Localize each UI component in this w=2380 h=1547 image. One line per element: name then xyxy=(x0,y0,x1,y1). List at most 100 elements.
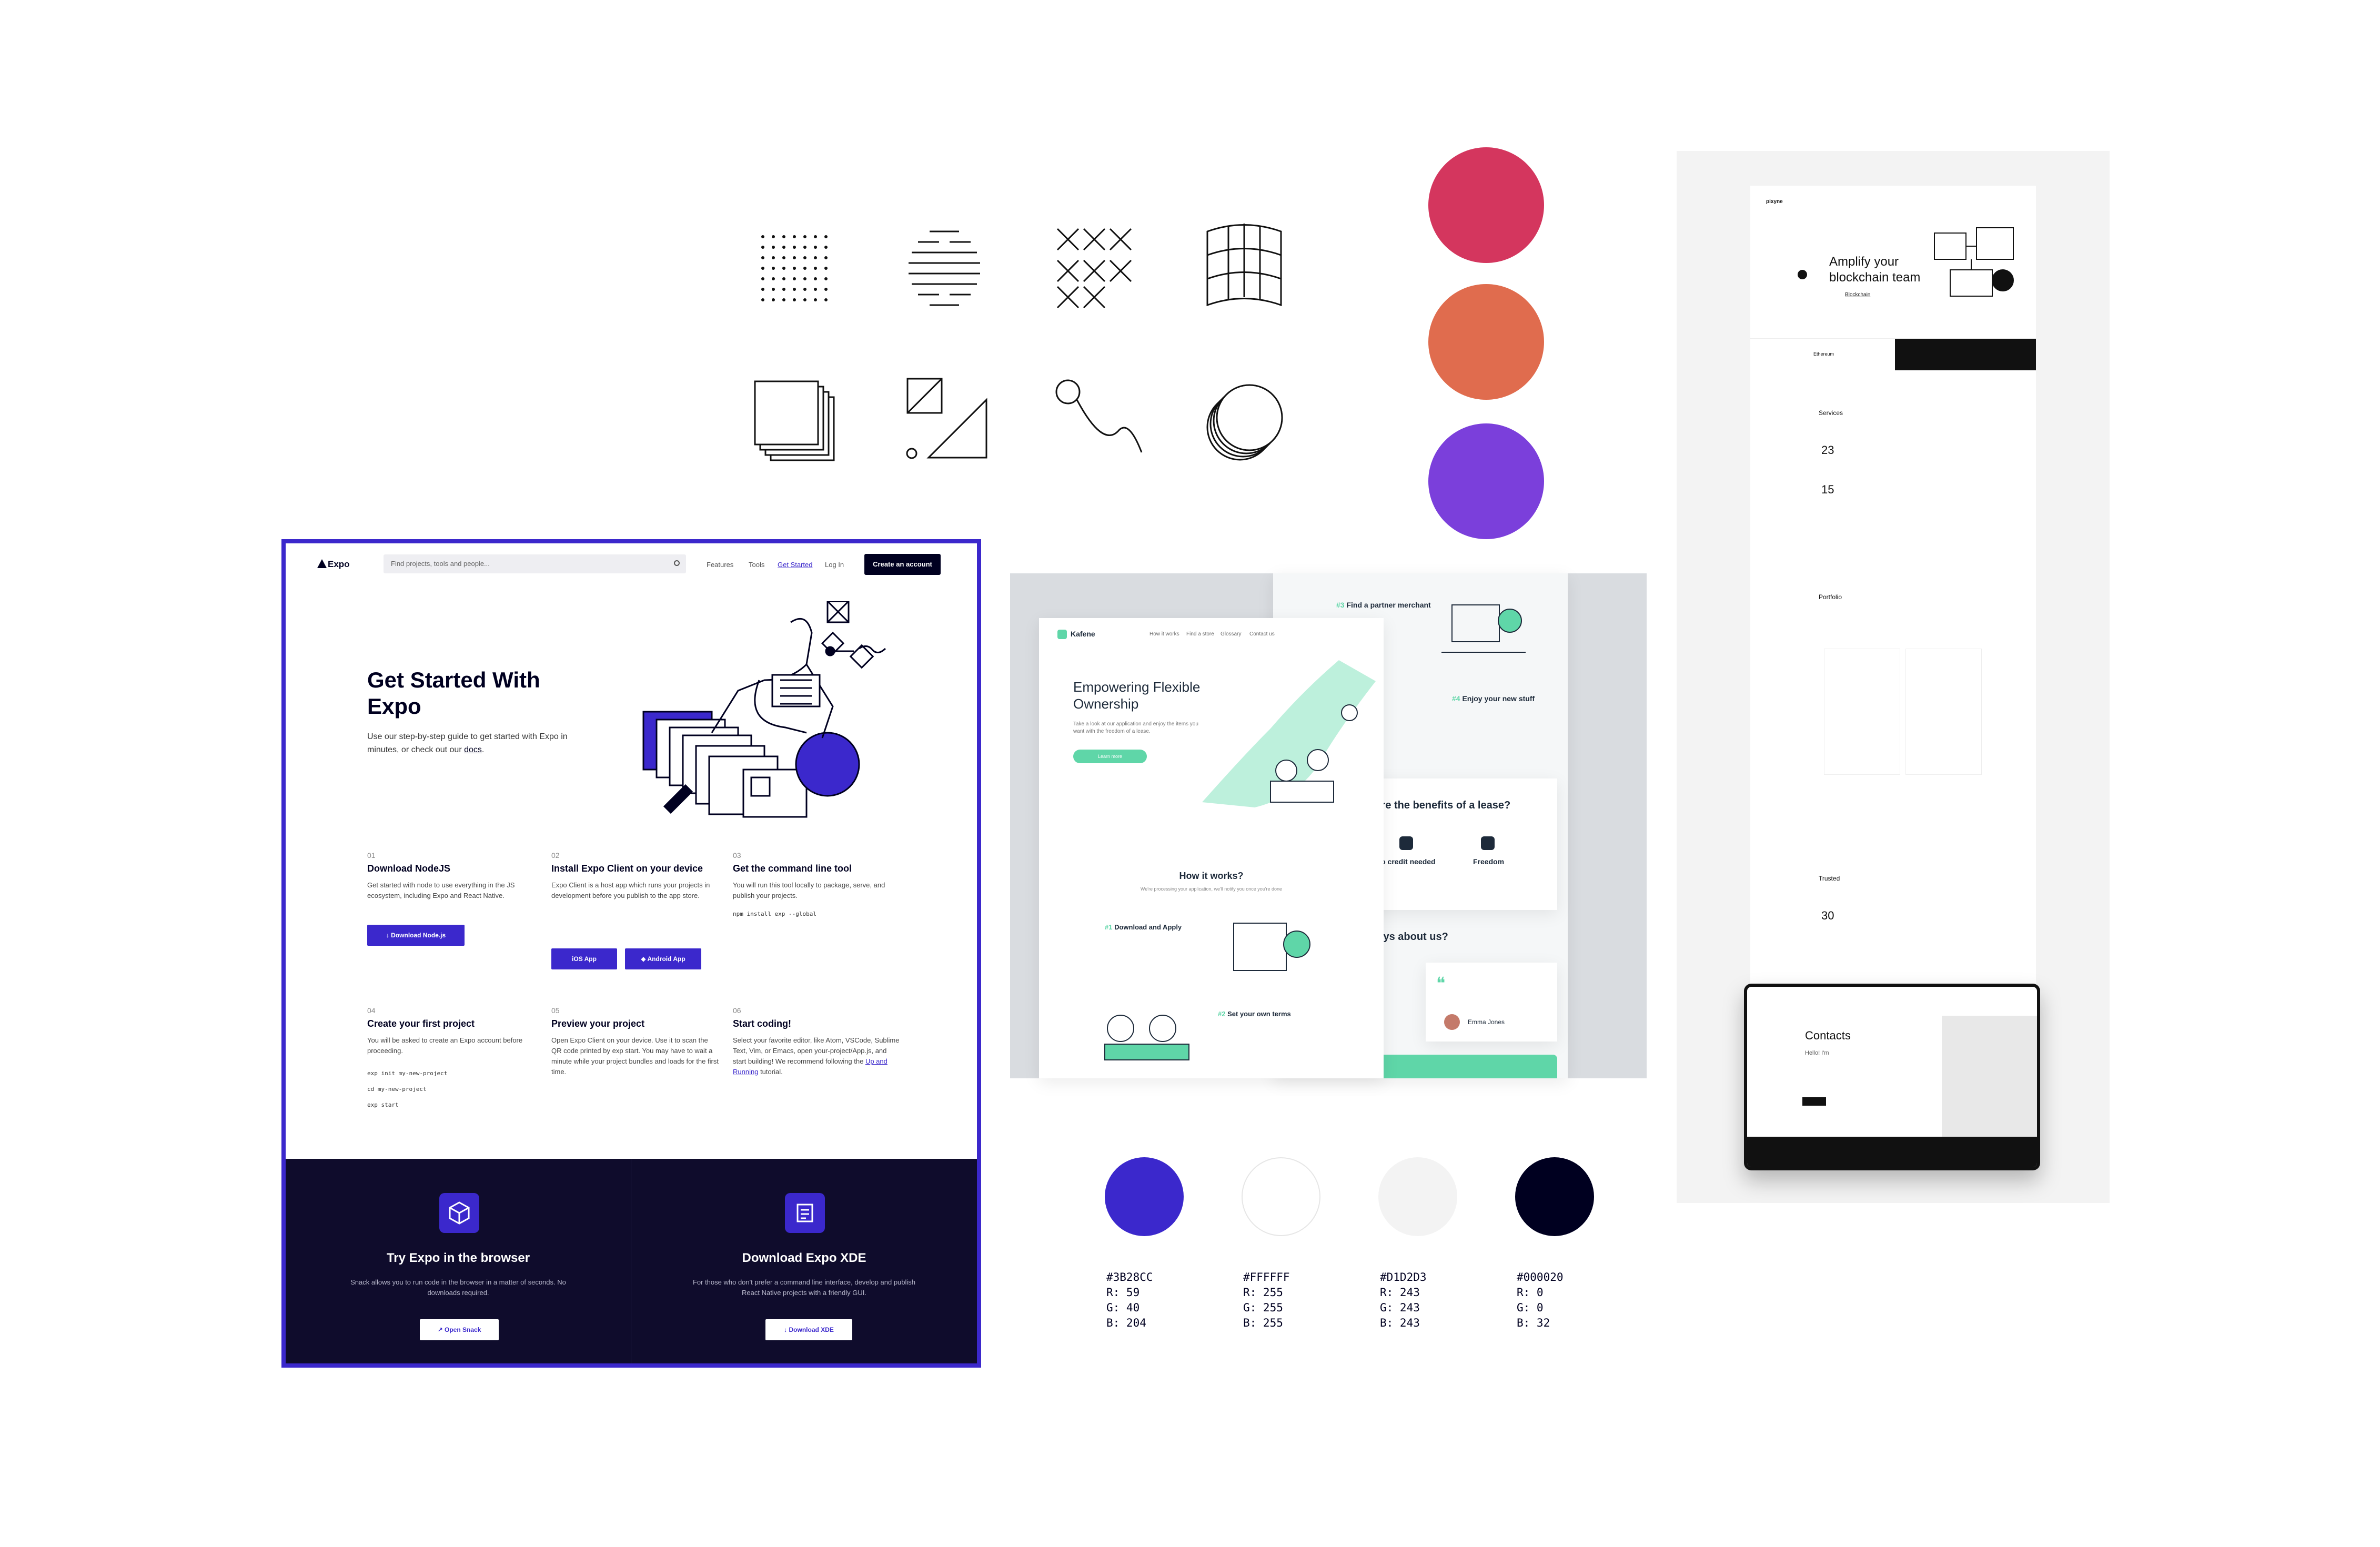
contacts-submit-button[interactable] xyxy=(1802,1097,1826,1106)
testimonial-card: ❝ Emma Jones xyxy=(1426,963,1557,1042)
nav-log-in[interactable]: Log In xyxy=(825,561,844,569)
kafene-nav-store[interactable]: Find a store xyxy=(1186,631,1214,637)
step-2-number: 02 xyxy=(551,851,560,860)
install-command: npm install exp --global xyxy=(733,911,816,917)
triangle-square-pattern-icon xyxy=(906,378,987,459)
palette-info-blue: #3B28CC R: 59 G: 40 B: 204 xyxy=(1106,1270,1153,1331)
stacked-squares-pattern-icon xyxy=(754,380,835,461)
amplify-logo[interactable]: pixyne xyxy=(1766,199,1783,205)
xde-panel: Download Expo XDE For those who don't pr… xyxy=(631,1159,977,1363)
snack-panel: Try Expo in the browser Snack allows you… xyxy=(286,1159,631,1363)
amplify-page: pixyne Amplify your blockchain team Bloc… xyxy=(1750,186,2036,985)
portfolio-card-2[interactable] xyxy=(1905,649,1982,775)
step-6-desc: Select your favorite editor, like Atom, … xyxy=(733,1035,901,1077)
terms-illustration xyxy=(1104,1015,1189,1060)
primary-color-swatch-red xyxy=(1428,147,1544,263)
amplify-hero-tag[interactable]: Blockchain xyxy=(1845,292,1870,298)
merchant-illustration xyxy=(1441,604,1526,653)
download-xde-button[interactable]: ↓ Download XDE xyxy=(765,1319,852,1340)
step-6: 06 Start coding! Select your favorite ed… xyxy=(733,1006,901,1077)
ios-app-button[interactable]: iOS App xyxy=(551,948,617,969)
amplify-stat-3: 30 xyxy=(1821,909,1834,922)
credit-icon xyxy=(1399,836,1413,850)
palette-hex: #000020 xyxy=(1517,1271,1564,1283)
expo-footer: Try Expo in the browser Snack allows you… xyxy=(286,1159,977,1363)
expo-navbar: Expo Find projects, tools and people... … xyxy=(286,543,977,581)
kafene-nav-how[interactable]: How it works xyxy=(1149,631,1179,637)
kafene-step-3-title: Find a partner merchant xyxy=(1346,601,1431,609)
step-5-number: 05 xyxy=(551,1006,560,1015)
kafene-step-2-num: #2 xyxy=(1218,1010,1226,1018)
expo-logo[interactable]: Expo xyxy=(328,559,350,570)
contacts-map[interactable] xyxy=(1942,1016,2037,1137)
palette-info-grey: #D1D2D3 R: 243 G: 243 B: 243 xyxy=(1380,1270,1427,1331)
expo-hero-subtitle: Use our step-by-step guide to get starte… xyxy=(367,732,568,754)
xde-desc: For those who don't prefer a command lin… xyxy=(692,1278,916,1297)
palette-r: R: 59 xyxy=(1106,1286,1140,1299)
docs-link[interactable]: docs xyxy=(464,745,482,754)
download-node-button[interactable]: ↓ Download Node.js xyxy=(367,925,465,946)
step-4-desc: You will be asked to create an Expo acco… xyxy=(367,1036,523,1055)
palette-b: B: 32 xyxy=(1517,1317,1550,1329)
amplify-trusted-label: Trusted xyxy=(1819,875,1840,882)
nav-tools[interactable]: Tools xyxy=(749,561,764,569)
search-icon[interactable] xyxy=(674,560,680,566)
step-2: 02 Install Expo Client on your device Ex… xyxy=(551,851,720,901)
download-xde-label: Download XDE xyxy=(789,1326,834,1333)
amplify-ticker-bar: Ethereum xyxy=(1750,338,2036,370)
kafene-nav-glossary[interactable]: Glossary xyxy=(1221,631,1241,637)
curved-grid-pattern-icon xyxy=(1206,224,1282,307)
kafene-nav-contact[interactable]: Contact us xyxy=(1249,631,1275,637)
freedom-icon xyxy=(1481,836,1495,850)
expo-mockup: Expo Find projects, tools and people... … xyxy=(281,539,981,1368)
palette-g: G: 0 xyxy=(1517,1301,1544,1314)
portfolio-card-1[interactable] xyxy=(1824,649,1900,775)
amplify-contacts-screen: Contacts Hello! I'm xyxy=(1747,987,2037,1167)
expo-hero-title: Get Started With Expo xyxy=(367,668,540,719)
striped-globe-pattern-icon xyxy=(909,230,980,306)
x-grid-pattern-icon xyxy=(1056,228,1132,309)
nav-get-started[interactable]: Get Started xyxy=(778,561,812,569)
step-2-desc: Expo Client is a host app which runs you… xyxy=(551,881,710,899)
palette-hex: #3B28CC xyxy=(1106,1271,1153,1283)
kafene-step-2-label: #2 Set your own terms xyxy=(1218,1010,1291,1018)
init-commands: exp init my-new-project cd my-new-projec… xyxy=(367,1066,536,1113)
amplify-ticker-dark xyxy=(1895,339,2036,370)
kafene-learn-more-button[interactable]: Learn more xyxy=(1073,750,1147,763)
open-snack-button[interactable]: ↗ Open Snack xyxy=(420,1319,499,1340)
palette-b: B: 243 xyxy=(1380,1317,1420,1329)
kafene-hero-illustration xyxy=(1202,660,1376,807)
contacts-hello: Hello! I'm xyxy=(1805,1050,1829,1056)
palette-b: B: 255 xyxy=(1243,1317,1283,1329)
kafene-step-1-num: #1 xyxy=(1105,923,1113,931)
primary-color-swatch-purple xyxy=(1428,423,1544,539)
kafene-step-3-num: #3 xyxy=(1336,601,1345,609)
step-1-title: Download NodeJS xyxy=(367,863,451,874)
amplify-stat-2: 15 xyxy=(1821,483,1834,496)
primary-color-swatch-orange xyxy=(1428,284,1544,400)
kafene-step-3-label: #3 Find a partner merchant xyxy=(1336,601,1431,609)
palette-info-white: #FFFFFF R: 255 G: 255 B: 255 xyxy=(1243,1270,1290,1331)
palette-r: R: 243 xyxy=(1380,1286,1420,1299)
amplify-stat-1: 23 xyxy=(1821,443,1834,457)
expo-search-input[interactable]: Find projects, tools and people... xyxy=(384,554,686,573)
step-4-title: Create your first project xyxy=(367,1018,475,1029)
palette-swatch-navy xyxy=(1515,1157,1594,1236)
stacked-circles-pattern-icon xyxy=(1206,384,1283,461)
expo-search-placeholder: Find projects, tools and people... xyxy=(391,560,490,568)
android-app-button[interactable]: ◆ Android App xyxy=(625,948,701,969)
expo-logo-icon xyxy=(317,559,327,568)
create-account-button[interactable]: Create an account xyxy=(864,554,941,575)
loop-curve-pattern-icon xyxy=(1055,379,1143,453)
contacts-footer xyxy=(1747,1137,2037,1167)
command-init: exp init my-new-project xyxy=(367,1070,448,1077)
palette-r: R: 255 xyxy=(1243,1286,1283,1299)
kafene-logo[interactable]: Kafene xyxy=(1071,630,1095,638)
download-node-label: Download Node.js xyxy=(391,932,446,939)
nav-features[interactable]: Features xyxy=(707,561,733,569)
step-1-number: 01 xyxy=(367,851,376,860)
kafene-step-4-title: Enjoy your new stuff xyxy=(1462,694,1535,703)
client-avatar xyxy=(1444,1014,1460,1030)
how-it-works-subtitle: We're processing your application, we'll… xyxy=(1140,886,1283,892)
step-5-title: Preview your project xyxy=(551,1018,645,1029)
